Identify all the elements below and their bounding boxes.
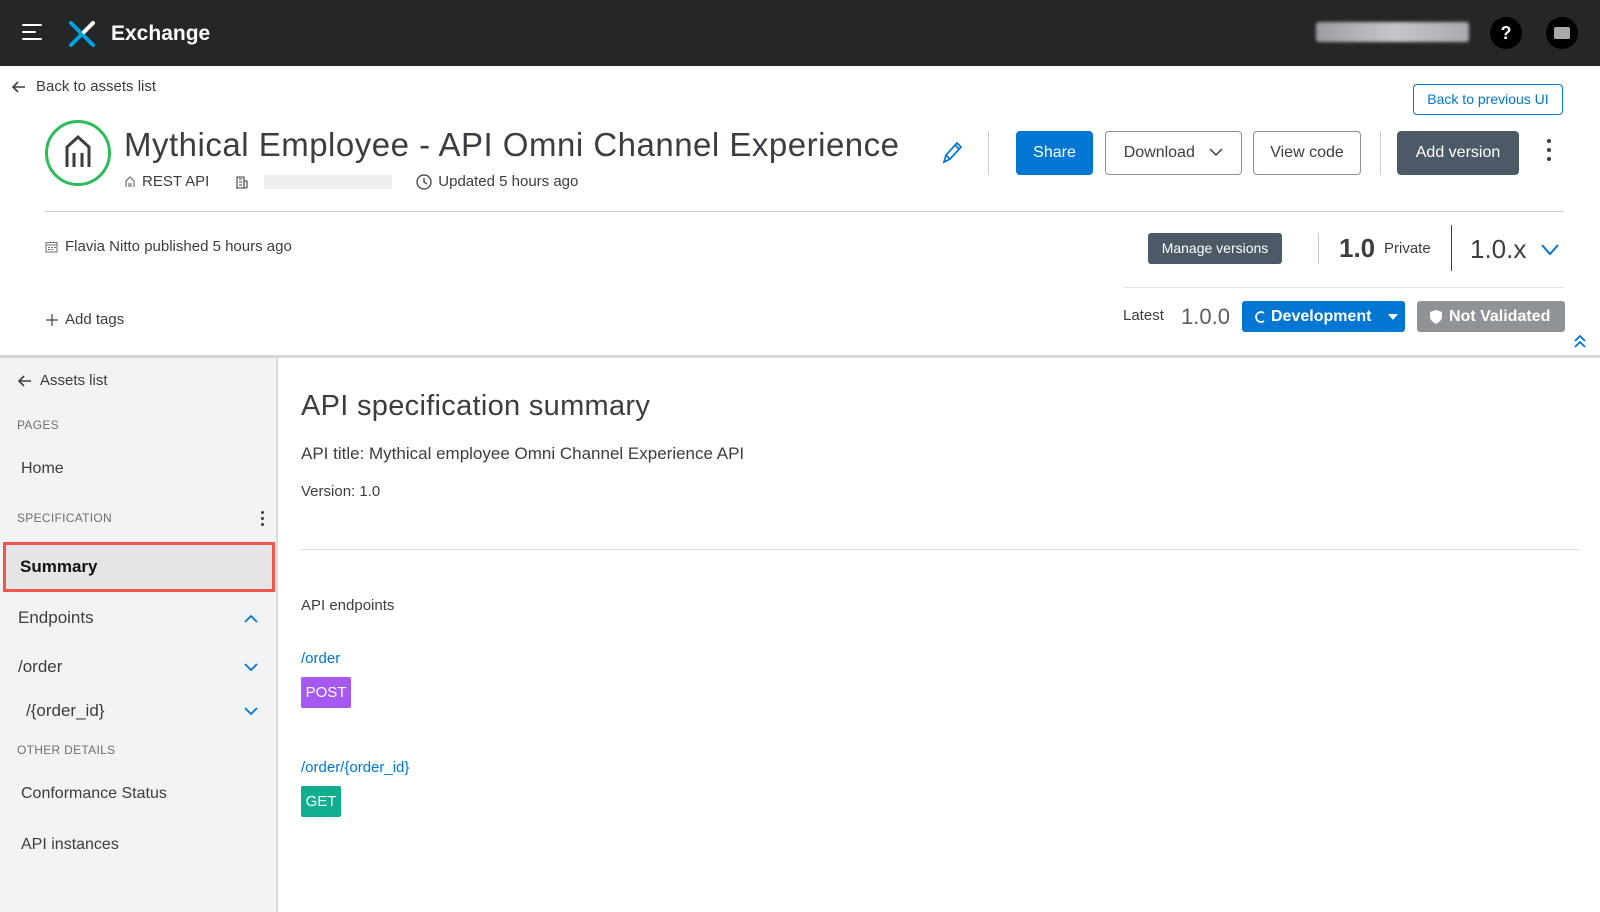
method-badge-post: POST	[301, 677, 351, 708]
sidebar-item-summary[interactable]: Summary	[3, 542, 275, 592]
back-to-previous-ui-button[interactable]: Back to previous UI	[1413, 84, 1563, 115]
chevron-down-icon[interactable]	[244, 706, 258, 716]
asset-title: Mythical Employee - API Omni Channel Exp…	[124, 126, 900, 163]
organization-redacted	[264, 174, 393, 189]
clock-icon	[416, 173, 432, 190]
sidebar-item-endpoints[interactable]: Endpoints	[18, 608, 258, 628]
section-specification: SPECIFICATION	[17, 511, 113, 525]
divider	[1380, 131, 1381, 175]
divider	[988, 131, 989, 175]
avatar[interactable]	[1546, 17, 1578, 49]
back-to-assets-link[interactable]: Back to assets list	[12, 78, 156, 95]
published-info: Flavia Nitto published 5 hours ago	[45, 238, 292, 255]
menu-icon[interactable]	[22, 24, 44, 42]
share-button[interactable]: Share	[1016, 131, 1093, 175]
sidebar-item-order[interactable]: /order	[18, 657, 258, 677]
divider	[1123, 287, 1564, 288]
building-icon	[236, 175, 248, 189]
version-select[interactable]: 1.0.x	[1470, 234, 1560, 265]
user-name-redacted	[1316, 22, 1469, 42]
sidebar-item-order-id[interactable]: /{order_id}	[26, 701, 258, 721]
sidebar-item-home[interactable]: Home	[21, 460, 64, 478]
api-type-icon	[125, 175, 135, 187]
chevron-down-icon[interactable]	[244, 662, 258, 672]
specification-more-icon[interactable]	[259, 511, 265, 527]
endpoints-heading: API endpoints	[301, 597, 395, 614]
visibility-label: Private	[1384, 240, 1431, 257]
sidebar: Assets list PAGES Home SPECIFICATION Sum…	[0, 358, 278, 912]
sidebar-item-conformance[interactable]: Conformance Status	[21, 785, 167, 803]
section-pages: PAGES	[17, 418, 59, 432]
validation-badge: Not Validated	[1417, 301, 1565, 332]
api-title: API title: Mythical employee Omni Channe…	[301, 444, 745, 463]
collapse-icon[interactable]	[1572, 333, 1588, 349]
organization	[235, 174, 393, 189]
divider	[45, 211, 1564, 212]
back-link-label: Back to assets list	[36, 78, 157, 95]
caret-down-icon	[1388, 313, 1399, 320]
rest-api-icon	[65, 134, 91, 167]
add-version-button[interactable]: Add version	[1397, 131, 1519, 175]
asset-meta: REST API Updated 5 hours ago	[124, 173, 578, 190]
endpoint-link[interactable]: /order/{order_id}	[301, 759, 409, 776]
download-button[interactable]: Download	[1105, 131, 1242, 175]
help-icon[interactable]: ?	[1490, 17, 1522, 49]
app-name: Exchange	[111, 22, 211, 45]
section-other-details: OTHER DETAILS	[17, 743, 116, 757]
chevron-down-icon	[1209, 148, 1223, 157]
view-code-button[interactable]: View code	[1253, 131, 1361, 175]
arrow-left-icon	[18, 374, 31, 387]
plus-icon	[46, 313, 58, 326]
top-bar: Exchange ?	[0, 0, 1600, 66]
asset-type: REST API	[124, 173, 209, 190]
chevron-up-icon[interactable]	[244, 614, 258, 623]
divider	[1318, 233, 1319, 264]
updated-info: Updated 5 hours ago	[416, 173, 578, 190]
lifecycle-icon	[1255, 310, 1265, 323]
exchange-logo-icon	[69, 21, 95, 47]
method-badge-get: GET	[301, 786, 341, 817]
pencil-edit-icon[interactable]	[940, 140, 964, 166]
sidebar-item-api-instances[interactable]: API instances	[21, 836, 119, 854]
endpoint-link[interactable]: /order	[301, 650, 340, 667]
api-version: Version: 1.0	[301, 483, 381, 500]
assets-list-link[interactable]: Assets list	[18, 372, 108, 389]
latest-version: 1.0.0	[1181, 304, 1230, 329]
shield-icon	[1430, 309, 1442, 324]
manage-versions-button[interactable]: Manage versions	[1148, 233, 1282, 264]
calendar-icon	[45, 241, 58, 252]
chevron-down-icon	[1541, 243, 1560, 256]
page-title: API specification summary	[301, 390, 651, 422]
latest-label: Latest	[1123, 307, 1164, 324]
divider	[301, 549, 1579, 550]
more-options-icon[interactable]	[1544, 139, 1554, 167]
current-version: 1.0	[1339, 233, 1376, 263]
arrow-left-icon	[12, 80, 25, 93]
asset-icon	[45, 120, 111, 186]
lifecycle-dropdown[interactable]: Development	[1242, 301, 1405, 332]
divider	[1451, 225, 1452, 271]
add-tags-button[interactable]: Add tags	[45, 311, 124, 328]
